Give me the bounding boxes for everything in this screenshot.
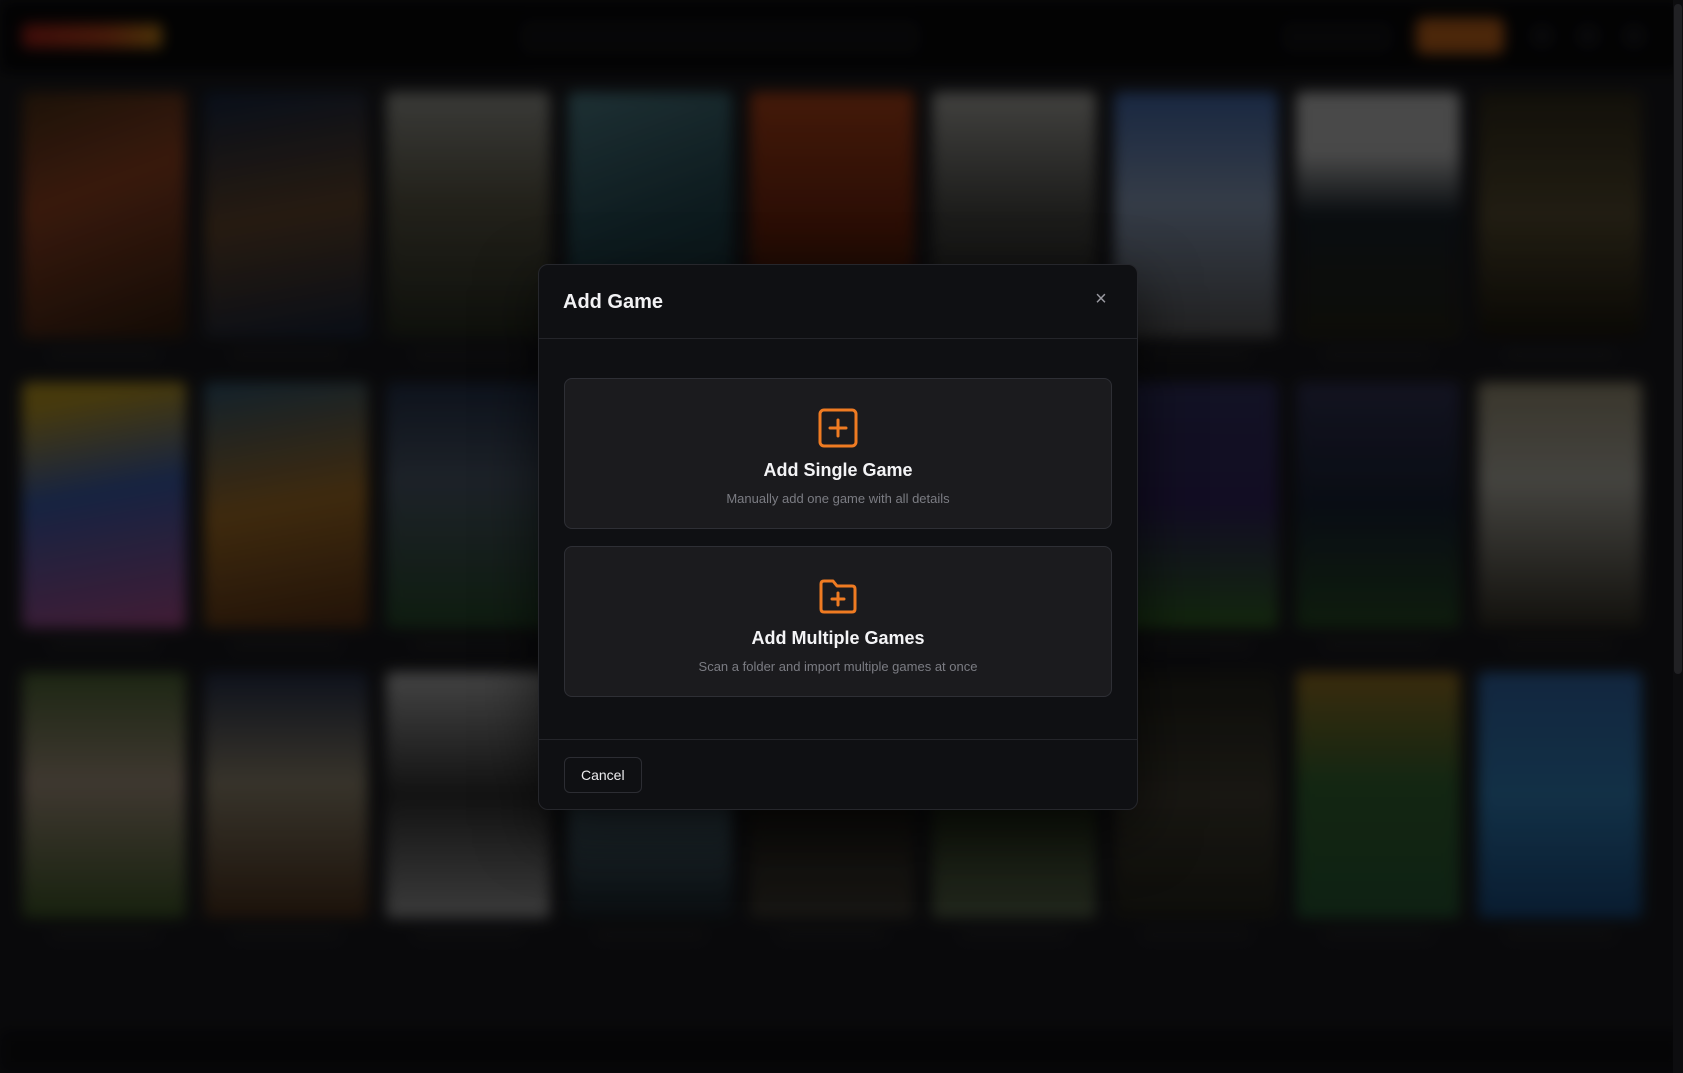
- add-single-game-option[interactable]: Add Single Game Manually add one game wi…: [564, 378, 1112, 529]
- cancel-button[interactable]: Cancel: [564, 757, 642, 793]
- add-multiple-games-option[interactable]: Add Multiple Games Scan a folder and imp…: [564, 546, 1112, 697]
- option-description: Manually add one game with all details: [726, 491, 950, 506]
- folder-plus-icon: [819, 579, 857, 614]
- option-title: Add Single Game: [763, 460, 913, 480]
- modal-header: Add Game ×: [539, 265, 1137, 339]
- add-game-modal: Add Game × Add Single Game Manually add …: [538, 264, 1138, 810]
- option-title: Add Multiple Games: [751, 628, 925, 648]
- close-icon: ×: [1095, 287, 1107, 310]
- option-description: Scan a folder and import multiple games …: [698, 659, 978, 674]
- plus-square-icon: [818, 408, 858, 448]
- close-button[interactable]: ×: [1087, 285, 1115, 313]
- modal-footer: Cancel: [539, 739, 1137, 810]
- modal-title: Add Game: [563, 291, 664, 313]
